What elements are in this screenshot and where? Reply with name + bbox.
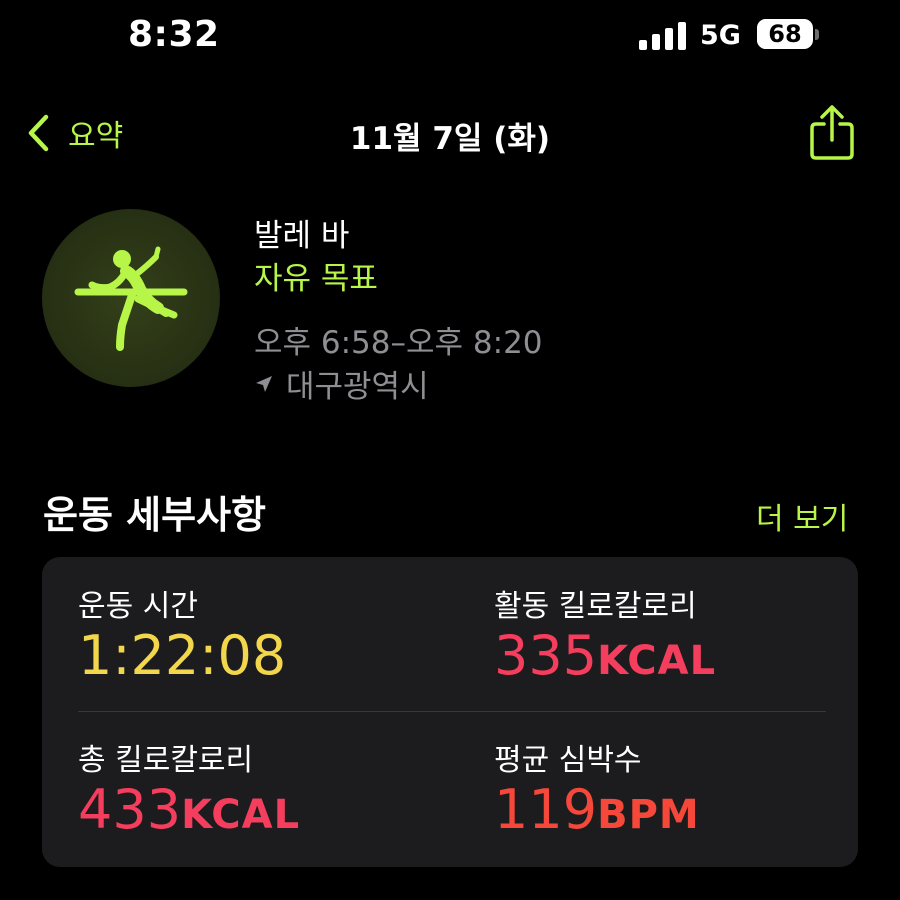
status-time: 8:32 — [128, 14, 220, 55]
stat-label: 평균 심박수 — [494, 743, 642, 778]
goal-type: 자유 목표 — [254, 261, 378, 297]
stat-unit: KCAL — [597, 638, 717, 684]
stat-total-calories: 총 킬로칼로리 433KCAL — [78, 735, 300, 837]
ballet-barre-icon — [74, 246, 188, 351]
workout-location: 대구광역시 — [254, 361, 429, 406]
share-icon[interactable] — [808, 104, 856, 160]
stat-value: 1:22:08 — [78, 629, 286, 683]
stat-workout-time: 운동 시간 1:22:08 — [78, 581, 286, 683]
stat-value: 119BPM — [494, 783, 700, 837]
section-title: 운동 세부사항 — [43, 493, 266, 537]
stat-avg-heart-rate: 평균 심박수 119BPM — [494, 735, 700, 837]
stat-active-calories: 활동 킬로칼로리 335KCAL — [494, 581, 716, 683]
battery-level: 68 — [768, 20, 802, 48]
network-type: 5G — [700, 20, 741, 51]
stat-label: 활동 킬로칼로리 — [494, 589, 697, 624]
stat-number: 1:22:08 — [78, 624, 287, 687]
workout-activity-icon — [42, 209, 220, 387]
page-title: 11월 7일 (화) — [349, 121, 551, 157]
show-more-button[interactable]: 더 보기 — [756, 494, 848, 538]
stat-label: 총 킬로칼로리 — [78, 743, 254, 778]
location-arrow-icon — [256, 375, 272, 392]
stat-number: 119 — [494, 778, 598, 841]
workout-details-card: 운동 시간 1:22:08 활동 킬로칼로리 335KCAL 총 킬로칼로리 4… — [42, 557, 858, 867]
stat-number: 433 — [78, 778, 182, 841]
cellular-signal-icon — [639, 22, 686, 50]
battery-icon: 68 — [757, 19, 819, 53]
stat-number: 335 — [494, 624, 598, 687]
location-label: 대구광역시 — [286, 369, 429, 405]
workout-name: 발레 바 — [254, 218, 350, 254]
stat-unit: BPM — [597, 792, 700, 838]
card-divider — [78, 711, 826, 712]
stat-value: 335KCAL — [494, 629, 716, 683]
stat-value: 433KCAL — [78, 783, 300, 837]
stat-unit: KCAL — [181, 792, 301, 838]
workout-time-range: 오후 6:58–오후 8:20 — [254, 325, 543, 361]
stat-label: 운동 시간 — [78, 589, 198, 624]
